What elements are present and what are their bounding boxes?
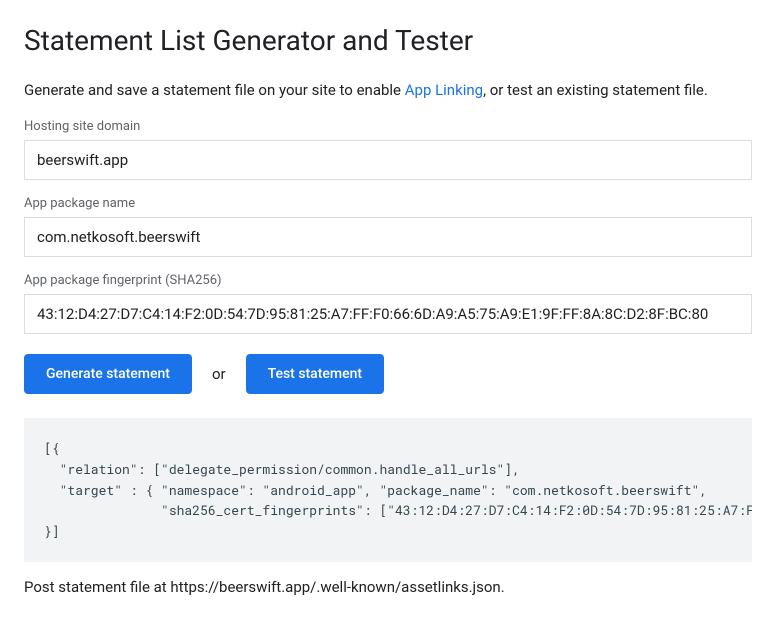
button-row: Generate statement or Test statement <box>24 354 752 394</box>
fingerprint-input[interactable] <box>24 294 752 334</box>
package-field-group: App package name <box>24 196 752 257</box>
intro-suffix: , or test an existing statement file. <box>483 81 708 99</box>
package-label: App package name <box>24 196 752 211</box>
page-title: Statement List Generator and Tester <box>24 24 752 57</box>
intro-text: Generate and save a statement file on yo… <box>24 81 752 99</box>
code-output: [{ "relation": ["delegate_permission/com… <box>24 418 752 562</box>
fingerprint-label: App package fingerprint (SHA256) <box>24 273 752 288</box>
post-instruction: Post statement file at https://beerswift… <box>24 578 752 596</box>
fingerprint-field-group: App package fingerprint (SHA256) <box>24 273 752 334</box>
generate-button[interactable]: Generate statement <box>24 354 192 394</box>
domain-input[interactable] <box>24 140 752 180</box>
test-button[interactable]: Test statement <box>246 354 384 394</box>
app-linking-link[interactable]: App Linking <box>405 81 483 99</box>
package-input[interactable] <box>24 217 752 257</box>
or-text: or <box>212 365 226 383</box>
intro-prefix: Generate and save a statement file on yo… <box>24 81 405 99</box>
domain-label: Hosting site domain <box>24 119 752 134</box>
domain-field-group: Hosting site domain <box>24 119 752 180</box>
